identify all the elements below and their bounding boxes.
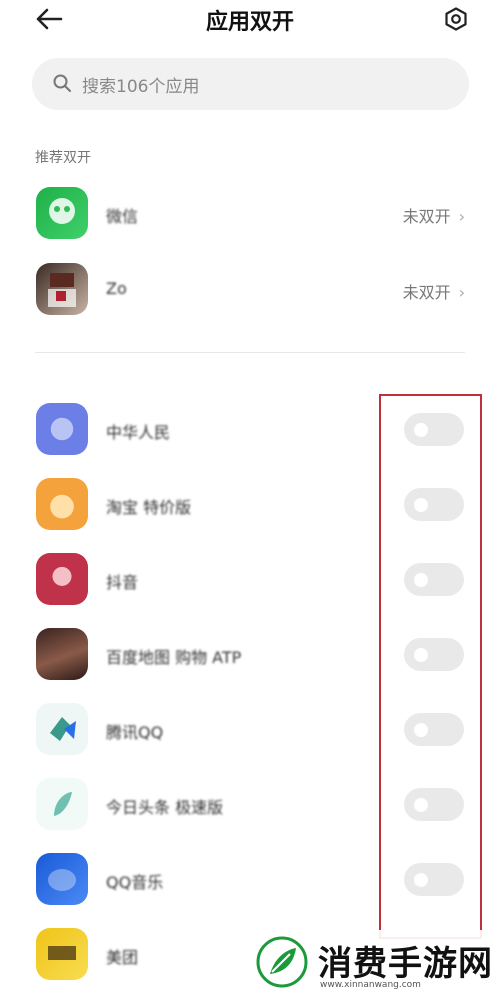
app-icon	[36, 187, 88, 239]
app-name: 腾讯QQ	[106, 723, 164, 742]
recommended-item[interactable]: Zo 未双开 ›	[0, 252, 500, 326]
app-name: 中华人民	[106, 423, 171, 442]
search-input[interactable]: 搜索106个应用	[32, 58, 469, 110]
app-glyph-icon	[48, 869, 76, 891]
app-name: 今日头条 极速版	[106, 798, 224, 817]
leaf-logo-icon	[256, 936, 308, 988]
app-icon	[36, 928, 88, 980]
status-text: 未双开	[402, 207, 451, 226]
app-name: 抖音	[106, 573, 139, 592]
chevron-right-icon: ›	[458, 283, 465, 302]
dual-status-link[interactable]: 未双开 ›	[403, 279, 465, 303]
section-label-recommended: 推荐双开	[35, 150, 91, 166]
divider	[35, 352, 465, 353]
status-text: 未双开	[402, 283, 451, 302]
dual-status-link[interactable]: 未双开 ›	[403, 203, 465, 227]
app-glyph-icon	[48, 946, 76, 960]
app-icon	[36, 478, 88, 530]
watermark: 消费手游网 www.xinnanwang.com	[250, 930, 500, 995]
watermark-text: 消费手游网	[318, 944, 493, 984]
app-icon	[36, 263, 88, 315]
search-placeholder: 搜索106个应用	[82, 77, 200, 97]
app-name: 微信	[106, 207, 139, 226]
chevron-right-icon: ›	[458, 207, 465, 226]
watermark-url: www.xinnanwang.com	[320, 980, 421, 990]
app-icon	[36, 853, 88, 905]
app-glyph-icon	[54, 792, 72, 816]
search-icon	[53, 74, 71, 92]
gear-icon[interactable]	[444, 7, 468, 31]
highlight-box	[379, 394, 482, 939]
app-icon	[36, 553, 88, 605]
avatar-icon	[48, 273, 76, 307]
chat-icon	[49, 198, 75, 224]
header: 应用双开	[0, 0, 500, 42]
recommended-item[interactable]: 微信 未双开 ›	[0, 177, 500, 251]
app-name: 美团	[106, 948, 139, 967]
app-icon	[36, 628, 88, 680]
app-glyph-icon	[50, 717, 76, 741]
app-name: Zo	[106, 279, 127, 298]
app-icon	[36, 778, 88, 830]
app-name: 百度地图 购物 ATP	[106, 648, 242, 667]
page-title: 应用双开	[205, 10, 294, 35]
app-icon	[36, 703, 88, 755]
app-icon	[36, 403, 88, 455]
app-name: QQ音乐	[106, 873, 164, 892]
app-name: 淘宝 特价版	[106, 498, 192, 517]
